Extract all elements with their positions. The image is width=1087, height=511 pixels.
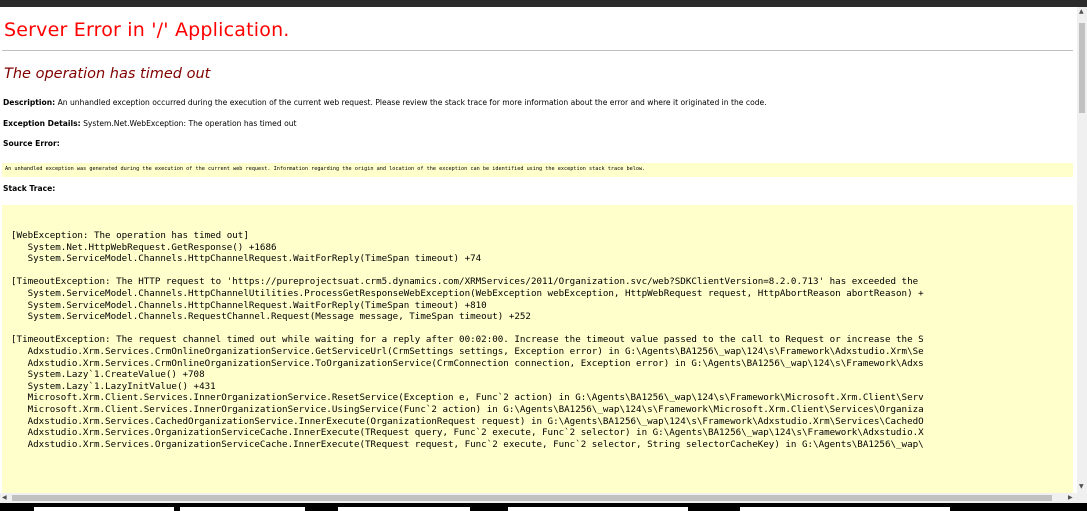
description-label: Description:	[3, 98, 56, 107]
horizontal-scrollbar[interactable]: ◀ ▶	[0, 493, 1077, 503]
scroll-up-icon[interactable]: ▲	[1079, 8, 1084, 16]
vertical-scrollbar[interactable]: ▲ ▼	[1077, 7, 1087, 493]
title-divider	[2, 50, 1073, 51]
scroll-down-icon[interactable]: ▼	[1079, 483, 1084, 491]
exception-details-text: System.Net.WebException: The operation h…	[83, 119, 297, 128]
exception-details-label: Exception Details:	[3, 119, 81, 128]
source-error-text: An unhandled exception was generated dur…	[5, 166, 646, 172]
vertical-scroll-thumb[interactable]	[1079, 23, 1085, 113]
taskbar-button[interactable]	[338, 507, 470, 511]
source-error-label: Source Error:	[3, 139, 60, 148]
stack-trace-label: Stack Trace:	[3, 184, 56, 193]
page-content: Server Error in '/' Application. The ope…	[0, 7, 1077, 493]
description-row: Description: An unhandled exception occu…	[3, 98, 767, 107]
error-subtitle: The operation has timed out	[4, 66, 211, 82]
stack-trace-text: [WebException: The operation has timed o…	[11, 230, 924, 450]
taskbar-button[interactable]	[508, 507, 688, 511]
scroll-left-icon[interactable]: ◀	[2, 494, 7, 502]
taskbar-button[interactable]	[180, 507, 305, 511]
scrollbar-corner	[1077, 493, 1087, 503]
scroll-right-icon[interactable]: ▶	[1068, 494, 1073, 502]
taskbar	[0, 503, 1087, 511]
exception-details-row: Exception Details: System.Net.WebExcepti…	[3, 119, 297, 128]
description-text: An unhandled exception occurred during t…	[57, 98, 767, 107]
taskbar-button[interactable]	[34, 507, 174, 511]
stack-trace-heading: Stack Trace:	[3, 184, 55, 193]
stack-trace-box: [WebException: The operation has timed o…	[2, 205, 1073, 493]
source-error-box: An unhandled exception was generated dur…	[2, 163, 1073, 177]
window-top-bar	[0, 0, 1087, 7]
taskbar-button[interactable]	[740, 507, 950, 511]
page-title: Server Error in '/' Application.	[4, 19, 290, 41]
horizontal-scroll-thumb[interactable]	[12, 495, 1052, 501]
source-error-heading: Source Error:	[3, 139, 60, 148]
